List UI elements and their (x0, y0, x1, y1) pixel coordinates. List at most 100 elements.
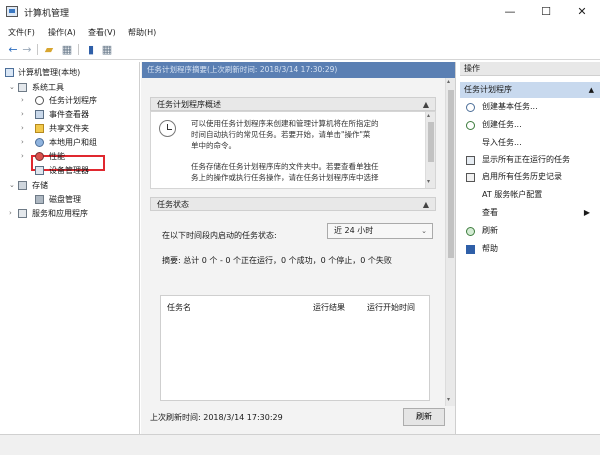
overview-line: 务上的操作或执行任务操作，请在任务计划程序库中选择 (191, 173, 379, 182)
action-show-running-tasks[interactable]: 显示所有正在运行的任务 (460, 152, 600, 168)
tree-item-local-users[interactable]: › 本地用户和组 (0, 136, 139, 149)
overview-content: 可以使用任务计划程序来创建和管理计算机将在所指定的 时间自动执行的常见任务。若要… (150, 111, 436, 189)
help-icon (466, 245, 475, 254)
action-refresh[interactable]: 刷新 (460, 223, 600, 239)
actions-subheader-label: 任务计划程序 (464, 85, 512, 94)
column-header-run-result[interactable]: 运行结果 (313, 302, 345, 313)
status-period-label: 在以下时间段内启动的任务状态: (162, 231, 277, 240)
collapse-arrow-icon[interactable]: › (9, 207, 12, 220)
scroll-down-icon[interactable]: ▾ (427, 178, 430, 185)
tree-item-shared-folders[interactable]: › 共享文件夹 (0, 122, 139, 135)
tree-item-device-manager[interactable]: 设备管理器 (0, 164, 139, 177)
toolbar-separator (37, 44, 38, 55)
action-label: AT 服务帐户配置 (482, 190, 543, 199)
menu-file[interactable]: 文件(F) (8, 27, 35, 38)
tree-item-label: 设备管理器 (49, 166, 89, 175)
task-status-table: 任务名 运行结果 运行开始时间 (160, 295, 430, 401)
action-help[interactable]: 帮助 (460, 241, 600, 257)
column-header-task-name[interactable]: 任务名 (167, 302, 191, 313)
collapse-arrow-icon[interactable]: › (21, 150, 24, 163)
scroll-thumb[interactable] (428, 122, 434, 162)
overview-scrollbar[interactable]: ▴ ▾ (425, 112, 435, 188)
maximize-button[interactable]: ☐ (528, 0, 564, 24)
period-value: 近 24 小时 (334, 226, 374, 235)
collapse-arrow-icon[interactable]: › (21, 108, 24, 121)
action-label: 帮助 (482, 244, 498, 253)
collapse-up-icon[interactable]: ▲ (589, 82, 594, 98)
collapse-up-icon[interactable]: ▲ (423, 98, 429, 111)
device-manager-icon (35, 166, 44, 175)
action-import-task[interactable]: 导入任务... (460, 135, 600, 151)
action-create-basic-task[interactable]: 创建基本任务... (460, 99, 600, 115)
toolbar-separator (78, 44, 79, 55)
tree-item-performance[interactable]: › 性能 (0, 150, 139, 163)
users-icon (35, 138, 44, 147)
minimize-button[interactable]: — (492, 0, 528, 24)
expand-arrow-icon[interactable]: ⌄ (9, 81, 15, 94)
chevron-down-icon[interactable]: ⌄ (421, 224, 427, 238)
action-view[interactable]: 查看 ▶ (460, 205, 600, 221)
collapse-arrow-icon[interactable]: › (21, 94, 24, 107)
expand-arrow-icon[interactable]: ⌄ (9, 179, 15, 192)
scroll-down-icon[interactable]: ▾ (447, 396, 450, 403)
action-at-service-config[interactable]: AT 服务帐户配置 (460, 187, 600, 203)
tree-item-event-viewer[interactable]: › 事件查看器 (0, 108, 139, 121)
help-book-icon[interactable]: ▮ (84, 43, 98, 56)
scroll-thumb[interactable] (448, 90, 454, 258)
overview-line: 时间自动执行的常见任务。若要开始，请单击"操作"菜 (191, 130, 371, 139)
tree-item-label: 磁盘管理 (49, 195, 81, 204)
tree-item-label: 共享文件夹 (49, 124, 89, 133)
tree-item-root[interactable]: 计算机管理(本地) (0, 66, 139, 79)
create-task-icon (466, 121, 475, 130)
actions-subheader[interactable]: 任务计划程序 ▲ (460, 82, 600, 98)
menu-help[interactable]: 帮助(H) (128, 27, 156, 38)
last-refresh-text: 上次刷新时间: 2018/3/14 17:30:29 (150, 413, 283, 422)
tree-item-task-scheduler[interactable]: › 任务计划程序 (0, 94, 139, 107)
computer-management-icon (6, 6, 18, 17)
show-action-pane-icon[interactable]: ▦ (100, 43, 114, 56)
scroll-up-icon[interactable]: ▴ (427, 112, 430, 119)
refresh-icon (466, 227, 475, 236)
collapse-up-icon[interactable]: ▲ (423, 198, 429, 211)
menu-action[interactable]: 操作(A) (48, 27, 76, 38)
column-header-start-time[interactable]: 运行开始时间 (367, 302, 415, 313)
tree-item-label: 性能 (49, 152, 65, 161)
collapse-arrow-icon[interactable]: › (21, 136, 24, 149)
center-scrollbar[interactable]: ▴ ▾ (445, 78, 455, 406)
overview-line: 可以使用任务计划程序来创建和管理计算机将在所指定的 (191, 119, 379, 128)
close-button[interactable]: ✕ (564, 0, 600, 24)
tree-item-label: 事件查看器 (49, 110, 89, 119)
forward-arrow-icon[interactable]: → (20, 43, 34, 56)
tree-item-system-tools[interactable]: ⌄ 系统工具 (0, 81, 139, 94)
overview-line: 单中的命令。 (191, 141, 236, 150)
tree-item-services-apps[interactable]: › 服务和应用程序 (0, 207, 139, 220)
show-hide-tree-icon[interactable]: ▦ (60, 43, 74, 56)
tree-item-storage[interactable]: ⌄ 存储 (0, 179, 139, 192)
action-create-task[interactable]: 创建任务... (460, 117, 600, 133)
back-arrow-icon[interactable]: ← (6, 43, 20, 56)
tree-item-label: 任务计划程序 (49, 96, 97, 105)
overview-line: 任务存储在任务计划程序库的文件夹中。若要查看单独任 (191, 162, 379, 171)
action-label: 查看 (482, 208, 498, 217)
overview-section-header[interactable]: 任务计划程序概述 ▲ (150, 97, 436, 111)
period-dropdown[interactable]: 近 24 小时 ⌄ (327, 223, 433, 239)
up-folder-icon[interactable]: ▰ (42, 43, 56, 56)
action-label: 显示所有正在运行的任务 (482, 155, 570, 164)
status-section-header[interactable]: 任务状态 ▲ (150, 197, 436, 211)
status-bar (0, 434, 600, 455)
collapse-arrow-icon[interactable]: › (21, 122, 24, 135)
action-label: 刷新 (482, 226, 498, 235)
title-bar: 计算机管理 — ☐ ✕ (0, 0, 600, 24)
refresh-button[interactable]: 刷新 (403, 408, 445, 426)
tree-item-label: 服务和应用程序 (32, 209, 88, 218)
action-enable-history[interactable]: 启用所有任务历史记录 (460, 169, 600, 185)
scroll-up-icon[interactable]: ▴ (447, 78, 450, 85)
tree-item-disk-management[interactable]: 磁盘管理 (0, 193, 139, 206)
menu-view[interactable]: 查看(V) (88, 27, 116, 38)
running-tasks-icon (466, 156, 475, 165)
submenu-arrow-icon: ▶ (583, 208, 590, 217)
tree-item-label: 存储 (32, 181, 48, 190)
tree-item-label: 本地用户和组 (49, 138, 97, 147)
status-summary: 摘要: 总计 0 个 - 0 个正在运行，0 个成功，0 个停止，0 个失败 (162, 256, 392, 265)
summary-header: 任务计划程序摘要(上次刷新时间: 2018/3/14 17:30:29) (142, 62, 455, 78)
